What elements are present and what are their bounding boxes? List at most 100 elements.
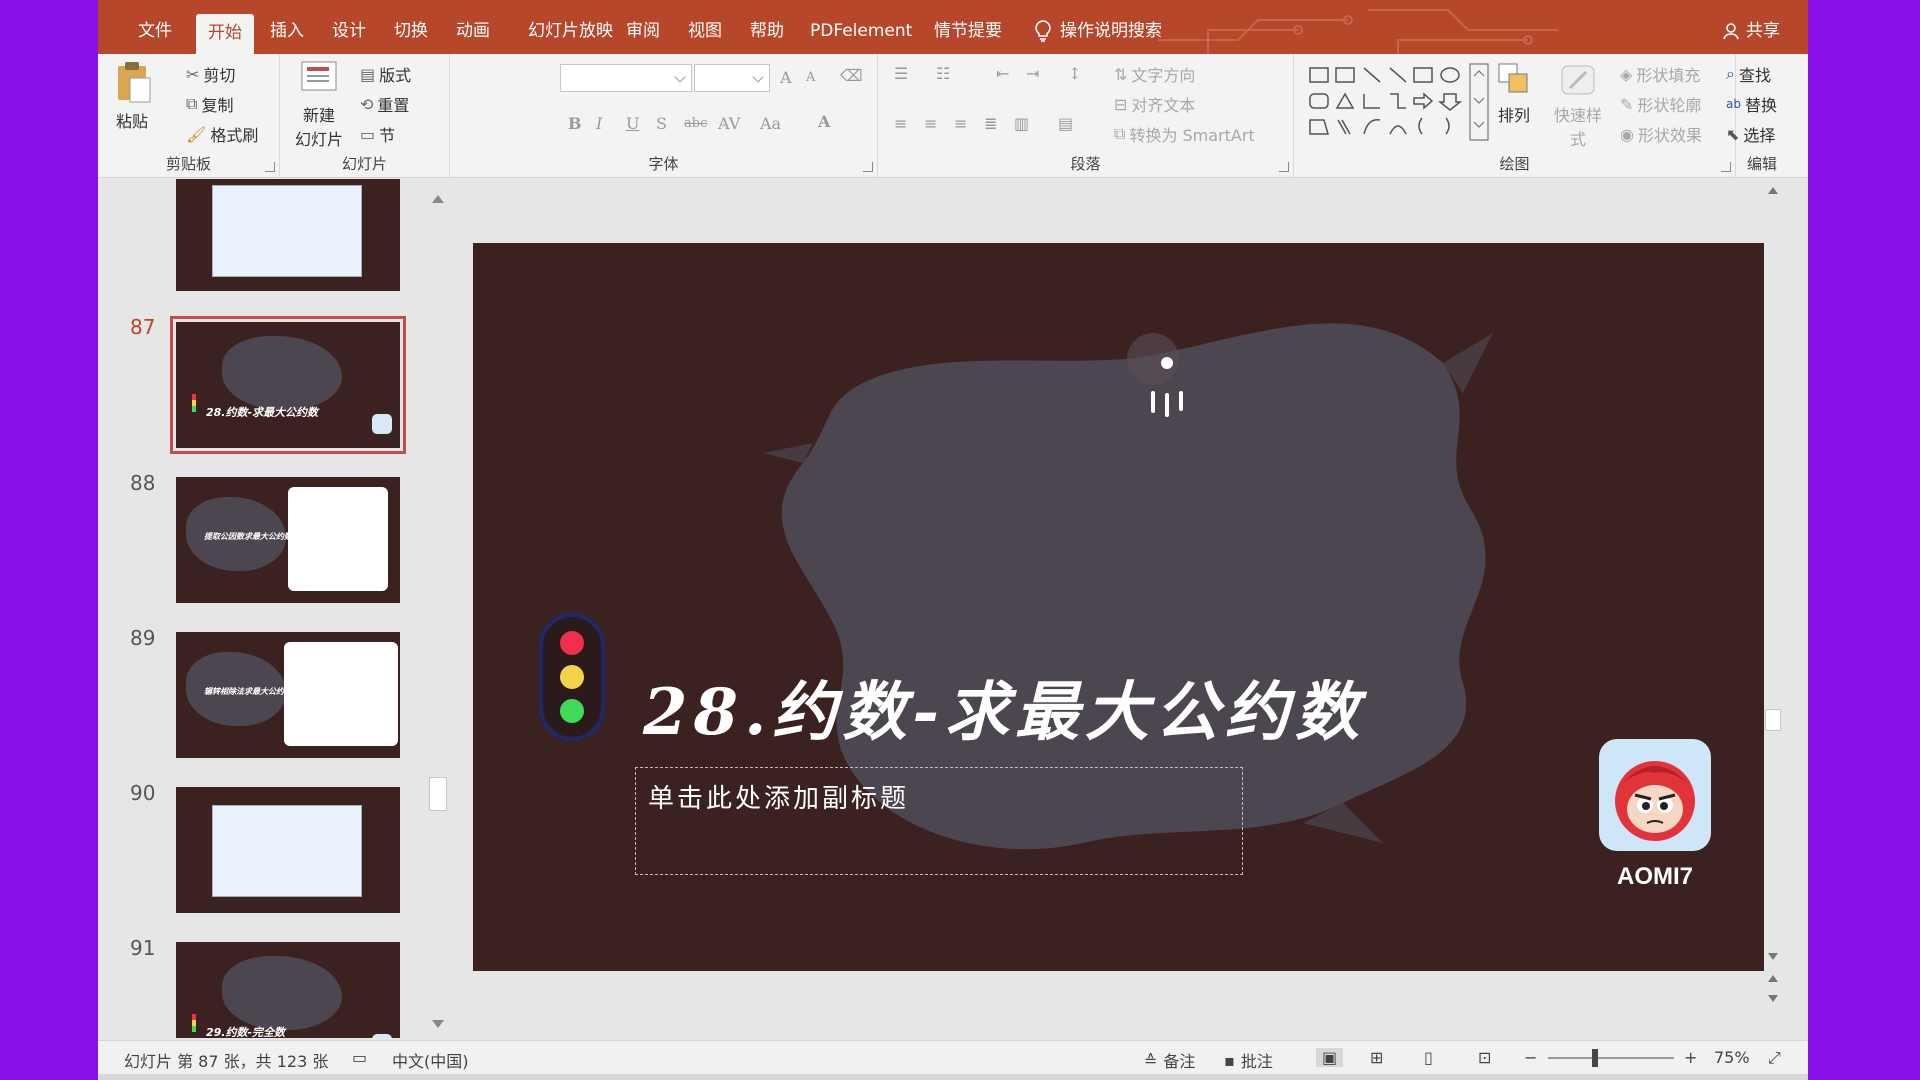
- previous-slide-icon[interactable]: [1768, 975, 1778, 982]
- zoom-level[interactable]: 75%: [1714, 1048, 1750, 1067]
- tab-pdfelement[interactable]: PDFelement: [798, 12, 924, 50]
- align-right-icon[interactable]: ≡: [954, 114, 967, 133]
- slide-thumbnail-88[interactable]: 提取公因数求最大公约数: [176, 477, 400, 603]
- share-button[interactable]: 共享: [1722, 12, 1780, 50]
- align-left-icon[interactable]: ≡: [894, 114, 907, 133]
- tab-help[interactable]: 帮助: [738, 12, 796, 50]
- justify-icon[interactable]: ≣: [984, 114, 997, 133]
- comments-button[interactable]: ▪ 批注: [1224, 1048, 1273, 1072]
- select-button[interactable]: ⬉ 选择: [1726, 122, 1775, 146]
- replace-button[interactable]: ab 替换: [1726, 92, 1777, 116]
- tab-animations[interactable]: 动画: [444, 12, 502, 50]
- shadow-button[interactable]: S: [656, 114, 667, 133]
- tell-me-search[interactable]: 操作说明搜索: [1034, 12, 1162, 50]
- aomi7-logo[interactable]: [1599, 739, 1711, 851]
- slide-thumbnail-89[interactable]: 辗转相除法求最大公约数: [176, 632, 400, 758]
- scroll-down-arrow-icon[interactable]: [432, 1020, 444, 1028]
- tab-review[interactable]: 审阅: [614, 12, 672, 50]
- shape-outline-button[interactable]: ✎ 形状轮廓: [1620, 92, 1701, 116]
- paste-button[interactable]: 粘贴: [110, 60, 154, 132]
- italic-button[interactable]: I: [596, 114, 602, 133]
- tab-slideshow[interactable]: 幻灯片放映: [516, 12, 625, 50]
- bullets-icon[interactable]: ☰: [894, 64, 908, 83]
- slide-thumbnail-86[interactable]: [176, 179, 400, 291]
- slide-thumbnail-87[interactable]: 28.约数-求最大公约数: [170, 316, 406, 454]
- font-size-combo[interactable]: [694, 64, 770, 92]
- paragraph-launcher[interactable]: [1279, 162, 1289, 172]
- numbering-icon[interactable]: ☷: [936, 64, 950, 83]
- grow-font-button[interactable]: A: [780, 68, 792, 87]
- slide-thumbnail-91[interactable]: 29.约数-完全数: [176, 942, 400, 1038]
- font-launcher[interactable]: [863, 162, 873, 172]
- tab-design[interactable]: 设计: [320, 12, 378, 50]
- reading-view-button[interactable]: ▯: [1424, 1048, 1433, 1067]
- clipboard-launcher[interactable]: [265, 162, 275, 172]
- tab-view[interactable]: 视图: [676, 12, 734, 50]
- tab-file[interactable]: 文件: [126, 12, 184, 50]
- distributed-icon[interactable]: ▥: [1014, 114, 1029, 133]
- tab-home[interactable]: 开始: [196, 14, 254, 54]
- slide-thumbnail-pane[interactable]: 87 28.约数-求最大公约数 88 提取公因数求最大公约数 89 辗转相除法求…: [98, 179, 450, 1038]
- search-icon: ⌕: [1726, 64, 1735, 83]
- font-name-combo[interactable]: [560, 64, 692, 92]
- font-color-button[interactable]: A: [818, 112, 830, 131]
- thumbnail-card: [284, 642, 398, 746]
- shrink-font-button[interactable]: A: [806, 70, 815, 85]
- next-slide-icon[interactable]: [1768, 995, 1778, 1002]
- format-painter-button[interactable]: 🖌 格式刷: [186, 122, 258, 146]
- editor-scroll-handle[interactable]: [1765, 709, 1781, 731]
- notes-button[interactable]: ≙ 备注: [1144, 1048, 1195, 1072]
- scroll-down-arrow-icon[interactable]: [1768, 953, 1778, 960]
- tab-transitions[interactable]: 切换: [382, 12, 440, 50]
- char-spacing-button[interactable]: AV: [718, 114, 740, 133]
- copy-label: 复制: [201, 96, 234, 115]
- bold-button[interactable]: B: [568, 114, 582, 133]
- shape-fill-button[interactable]: ◈ 形状填充: [1620, 62, 1700, 86]
- slideshow-button[interactable]: ⊡: [1478, 1048, 1491, 1067]
- zoom-in-button[interactable]: +: [1684, 1048, 1697, 1067]
- thumbnail-scrollbar[interactable]: [428, 189, 448, 1034]
- normal-view-button[interactable]: ▣: [1316, 1048, 1344, 1067]
- slide-canvas[interactable]: 28.约数-求最大公约数 单击此处添加副标题 AOMI7: [473, 243, 1767, 971]
- tab-storyboard[interactable]: 情节提要: [922, 12, 1014, 50]
- new-slide-button[interactable]: 新建 幻灯片: [286, 58, 352, 150]
- shape-effects-button[interactable]: ◉ 形状效果: [1620, 122, 1702, 146]
- fit-to-window-icon[interactable]: ⤢: [1768, 1048, 1781, 1068]
- language-button[interactable]: 中文(中国): [392, 1048, 469, 1072]
- change-case-button[interactable]: Aa: [760, 114, 781, 133]
- columns-icon[interactable]: ▤: [1058, 114, 1073, 133]
- cut-button[interactable]: ✂ 剪切: [186, 62, 235, 86]
- layout-button[interactable]: ▤ 版式: [360, 62, 411, 86]
- smartart-button[interactable]: ⧉ 转换为 SmartArt: [1114, 122, 1255, 146]
- arrange-button[interactable]: 排列: [1494, 62, 1534, 126]
- decrease-indent-icon[interactable]: ⇤: [996, 64, 1009, 83]
- find-button[interactable]: ⌕ 查找: [1726, 62, 1771, 86]
- editor-scrollbar[interactable]: [1764, 179, 1782, 1038]
- scroll-up-arrow-icon[interactable]: [1768, 187, 1778, 194]
- shapes-gallery[interactable]: [1306, 62, 1490, 142]
- section-button[interactable]: ▭ 节: [360, 122, 395, 146]
- underline-button[interactable]: U: [626, 114, 639, 133]
- copy-button[interactable]: ⧉ 复制: [186, 92, 233, 116]
- zoom-out-button[interactable]: −: [1524, 1048, 1537, 1067]
- slide-sorter-button[interactable]: ⊞: [1370, 1048, 1383, 1067]
- align-text-button[interactable]: ⊟ 对齐文本: [1114, 92, 1195, 116]
- slide-title[interactable]: 28.约数-求最大公约数: [643, 661, 1365, 753]
- clear-format-icon[interactable]: ⌫: [840, 66, 863, 85]
- scroll-up-arrow-icon[interactable]: [432, 195, 444, 203]
- traffic-light-shape[interactable]: [539, 613, 605, 741]
- thumbnail-scroll-handle[interactable]: [429, 777, 447, 811]
- spellcheck-icon[interactable]: ▭: [352, 1048, 367, 1067]
- zoom-slider[interactable]: [1548, 1057, 1674, 1059]
- subtitle-placeholder[interactable]: 单击此处添加副标题: [635, 767, 1243, 875]
- tab-insert[interactable]: 插入: [258, 12, 316, 50]
- strikethrough-button[interactable]: abc: [684, 116, 707, 131]
- increase-indent-icon[interactable]: ⇥: [1026, 64, 1039, 83]
- quick-styles-button[interactable]: 快速样式: [1548, 62, 1608, 150]
- line-spacing-icon[interactable]: ↕: [1068, 64, 1081, 83]
- slide-thumbnail-90[interactable]: [176, 787, 400, 913]
- text-direction-button[interactable]: ⇅ 文字方向: [1114, 62, 1195, 86]
- align-center-icon[interactable]: ≡: [924, 114, 937, 133]
- reset-button[interactable]: ⟲ 重置: [360, 92, 409, 116]
- zoom-slider-thumb[interactable]: [1592, 1049, 1598, 1067]
